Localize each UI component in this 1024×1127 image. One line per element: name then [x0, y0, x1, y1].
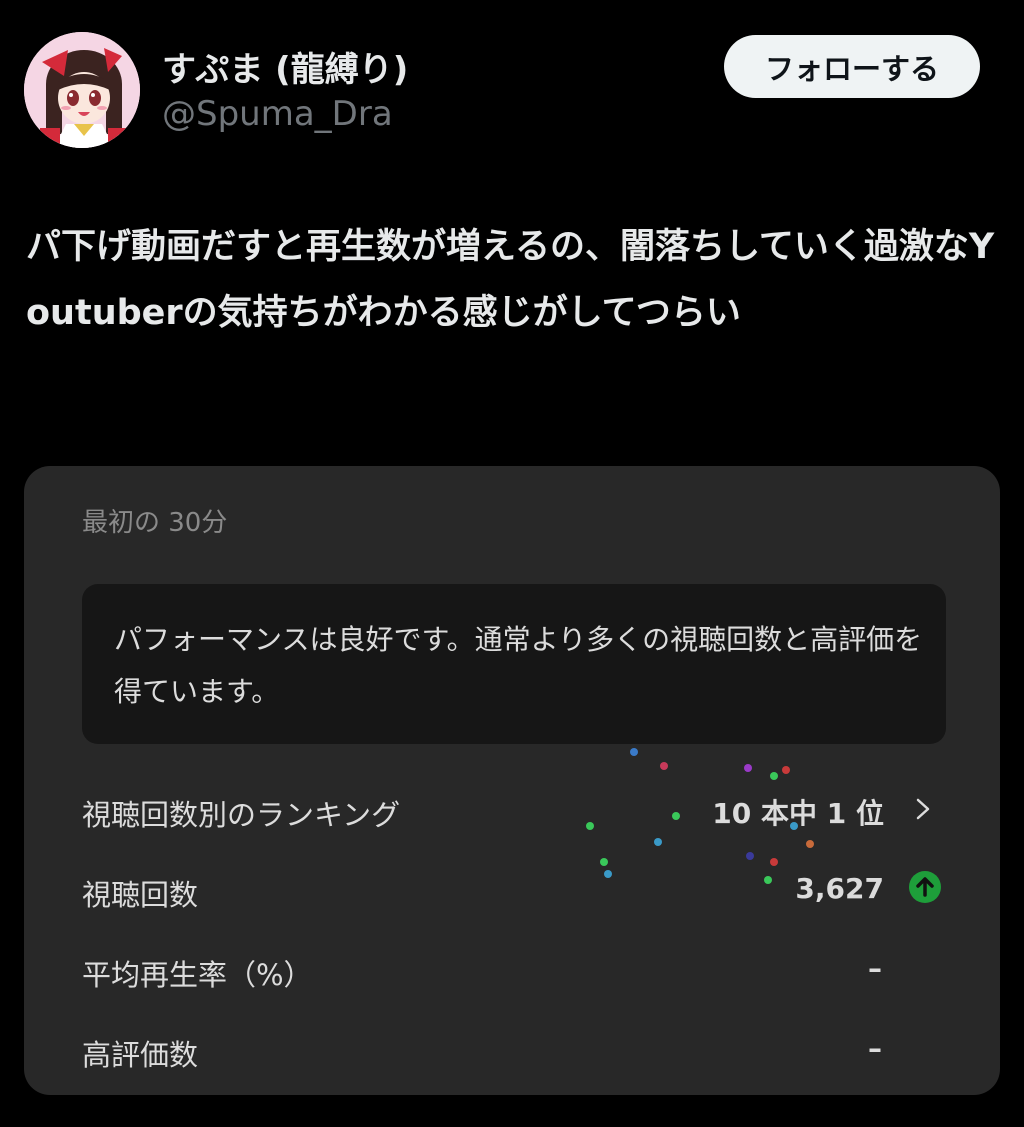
likes-label: 高評価数	[82, 1038, 199, 1072]
avg-view-rate-label: 平均再生率（%）	[82, 958, 313, 992]
display-name[interactable]: すぷま (龍縛り)	[162, 42, 408, 91]
tweet-text: パ下げ動画だすと再生数が増えるの、闇落ちしていく過激なYoutuberの気持ちが…	[26, 227, 995, 333]
ranking-label: 視聴回数別のランキング	[82, 798, 401, 832]
arrow-up-circle-icon	[909, 871, 941, 903]
follow-button[interactable]: フォローする	[724, 35, 980, 98]
likes-row: 高評価数 –	[82, 1024, 946, 1074]
avg-view-rate-row: 平均再生率（%） –	[82, 944, 946, 994]
views-row: 視聴回数 3,627	[82, 864, 946, 914]
avatar-image	[24, 32, 140, 148]
likes-value: –	[868, 1032, 882, 1065]
avatar[interactable]	[24, 32, 140, 148]
views-label: 視聴回数	[82, 878, 199, 912]
ranking-value: 10 本中 1 位	[712, 797, 884, 830]
performance-message: パフォーマンスは良好です。通常より多くの視聴回数と高評価を得ています。	[114, 623, 923, 708]
ranking-row[interactable]: 視聴回数別のランキング 10 本中 1 位	[82, 784, 946, 834]
chevron-right-icon[interactable]	[910, 794, 936, 824]
avg-view-rate-value: –	[868, 952, 882, 985]
user-handle[interactable]: @Spuma_Dra	[162, 94, 393, 134]
views-value: 3,627	[795, 872, 884, 905]
analytics-card: 最初の 30分 パフォーマンスは良好です。通常より多くの視聴回数と高評価を得てい…	[24, 466, 1000, 1095]
performance-box: パフォーマンスは良好です。通常より多くの視聴回数と高評価を得ています。	[82, 584, 946, 744]
card-header: 最初の 30分	[82, 508, 228, 538]
confetti-decoration	[585, 650, 886, 884]
